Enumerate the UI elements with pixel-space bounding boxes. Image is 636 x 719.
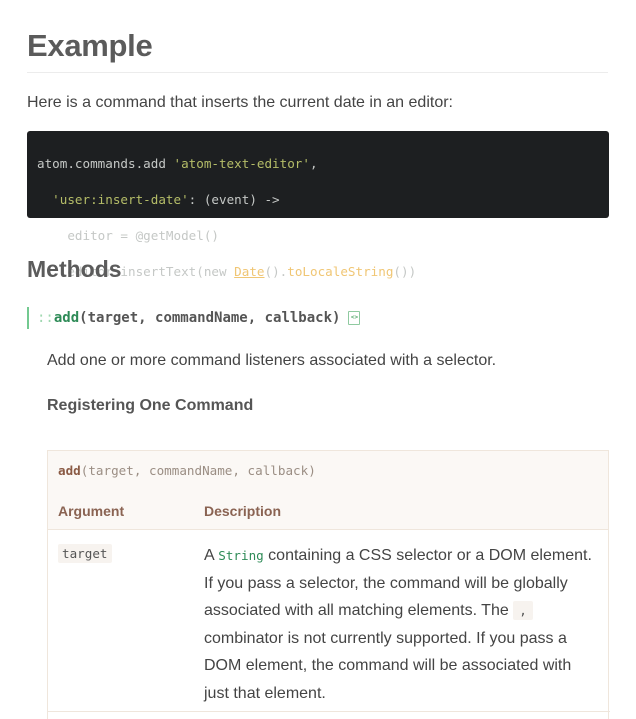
page-heading: Example [27, 28, 153, 63]
arguments-table-header: add(target, commandName, callback) Argum… [48, 451, 608, 530]
methods-heading: Methods [27, 256, 122, 282]
code-string: 'user:insert-date' [52, 192, 189, 207]
heading-divider [27, 72, 608, 73]
method-signature[interactable]: :: add (target, commandName, callback) [27, 307, 361, 329]
argument-description: A String containing a CSS selector or a … [204, 542, 600, 707]
method-prefix: :: [37, 310, 54, 326]
table-signature-name: add [58, 463, 81, 478]
code-token: editor = @getModel() [67, 228, 219, 243]
table-row: target A String containing a CSS selecto… [48, 530, 608, 719]
argument-name: target [58, 544, 112, 563]
code-line-3: editor = @getModel() [37, 227, 599, 245]
method-name[interactable]: add [54, 307, 79, 329]
code-line-2: 'user:insert-date': (event) -> [37, 191, 599, 209]
table-signature: add(target, commandName, callback) [58, 463, 316, 478]
method-subheading: Registering One Command [47, 397, 254, 414]
intro-text: Here is a command that inserts the curre… [27, 94, 453, 111]
code-string: 'atom-text-editor' [173, 156, 310, 171]
code-token: atom.commands.add [37, 156, 174, 171]
code-example: atom.commands.add 'atom-text-editor', 'u… [27, 131, 609, 279]
table-signature-params: (target, commandName, callback) [80, 463, 316, 478]
code-token: ()) [393, 264, 417, 279]
code-line-1: atom.commands.add 'atom-text-editor', [37, 155, 599, 173]
method-description: Add one or more command listeners associ… [47, 352, 497, 369]
code-class: Date [234, 264, 265, 279]
column-header-argument: Argument [58, 503, 125, 519]
method-params: (target, commandName, callback) [79, 310, 341, 326]
code-token: , [309, 156, 318, 171]
inline-code: , [513, 601, 533, 620]
column-header-description: Description [204, 503, 282, 519]
arguments-table: add(target, commandName, callback) Argum… [47, 450, 610, 719]
type-link[interactable]: String [218, 548, 264, 563]
code-token: : (event) -> [188, 192, 280, 207]
view-source-icon[interactable] [348, 311, 361, 325]
code-function: toLocaleString [287, 264, 394, 279]
code-token: (). [264, 264, 288, 279]
description-text: A [204, 547, 219, 564]
row-divider [48, 711, 610, 712]
description-text: combinator is not currently supported. I… [204, 629, 572, 702]
